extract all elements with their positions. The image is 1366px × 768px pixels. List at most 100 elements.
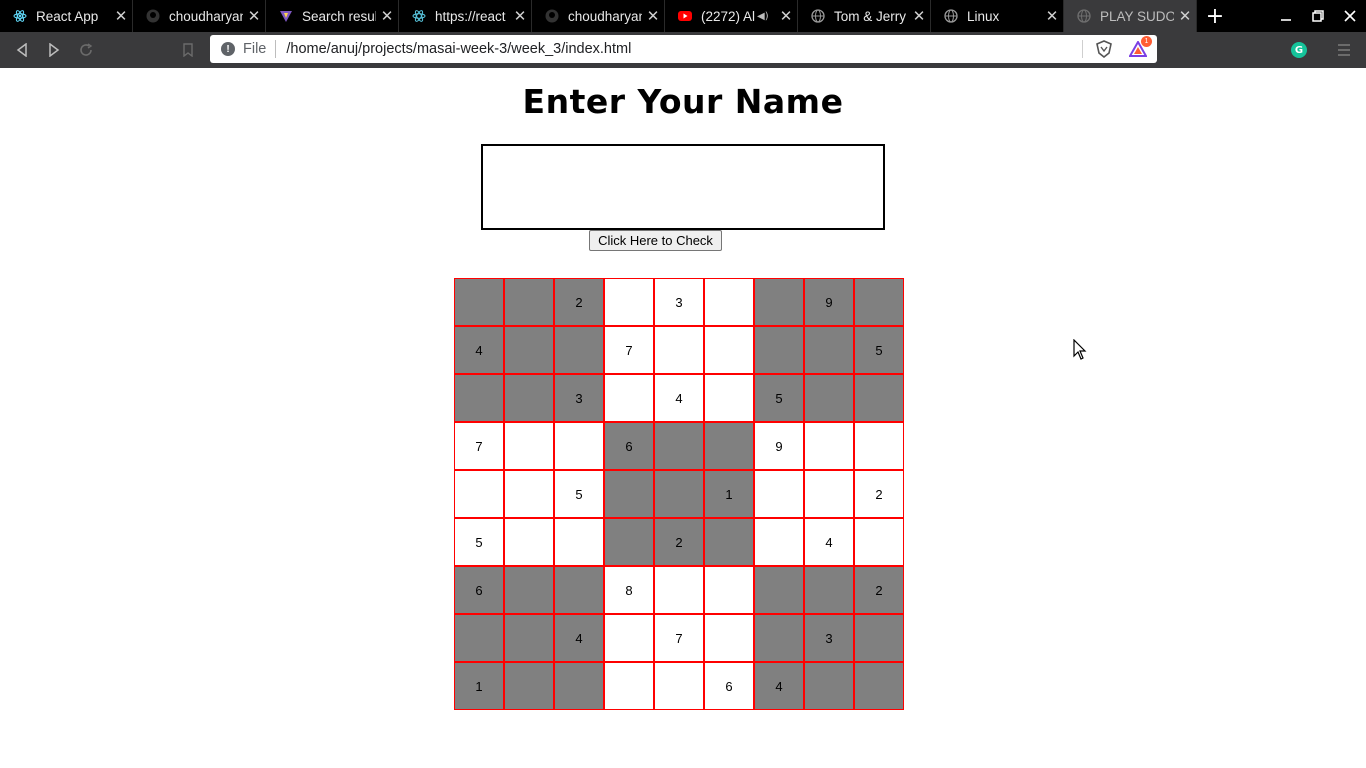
sudoku-cell-r7-c6[interactable] — [704, 566, 754, 614]
sudoku-cell-r3-c2[interactable] — [504, 374, 554, 422]
sudoku-cell-r2-c1[interactable]: 4 — [454, 326, 504, 374]
tab-search-results[interactable]: Search result ✕ — [266, 0, 399, 32]
sudoku-cell-r9-c3[interactable] — [554, 662, 604, 710]
sudoku-cell-r3-c5[interactable]: 4 — [654, 374, 704, 422]
sudoku-cell-r6-c8[interactable]: 4 — [804, 518, 854, 566]
sudoku-cell-r4-c4[interactable]: 6 — [604, 422, 654, 470]
sudoku-cell-r9-c1[interactable]: 1 — [454, 662, 504, 710]
sudoku-cell-r9-c9[interactable] — [854, 662, 904, 710]
close-window-icon[interactable] — [1334, 0, 1366, 32]
sudoku-cell-r2-c3[interactable] — [554, 326, 604, 374]
sudoku-cell-r3-c3[interactable]: 3 — [554, 374, 604, 422]
sudoku-cell-r5-c5[interactable] — [654, 470, 704, 518]
menu-icon[interactable] — [1334, 40, 1354, 60]
sudoku-cell-r5-c6[interactable]: 1 — [704, 470, 754, 518]
sudoku-cell-r3-c4[interactable] — [604, 374, 654, 422]
close-icon[interactable]: ✕ — [642, 7, 664, 25]
tab-github-2[interactable]: choudharyan ✕ — [532, 0, 665, 32]
tab-github-1[interactable]: choudharyan ✕ — [133, 0, 266, 32]
sudoku-cell-r6-c4[interactable] — [604, 518, 654, 566]
tab-react-docs[interactable]: https://react ✕ — [399, 0, 532, 32]
sudoku-cell-r4-c6[interactable] — [704, 422, 754, 470]
sudoku-cell-r2-c8[interactable] — [804, 326, 854, 374]
sudoku-cell-r1-c6[interactable] — [704, 278, 754, 326]
sudoku-cell-r8-c8[interactable]: 3 — [804, 614, 854, 662]
sudoku-cell-r2-c9[interactable]: 5 — [854, 326, 904, 374]
sudoku-cell-r3-c6[interactable] — [704, 374, 754, 422]
sudoku-cell-r5-c9[interactable]: 2 — [854, 470, 904, 518]
sudoku-cell-r4-c5[interactable] — [654, 422, 704, 470]
address-url[interactable]: /home/anuj/projects/masai-week-3/week_3/… — [286, 41, 1082, 57]
tab-react-app[interactable]: React App ✕ — [0, 0, 133, 32]
sudoku-cell-r7-c5[interactable] — [654, 566, 704, 614]
sudoku-cell-r6-c1[interactable]: 5 — [454, 518, 504, 566]
sudoku-cell-r8-c9[interactable] — [854, 614, 904, 662]
sudoku-cell-r3-c1[interactable] — [454, 374, 504, 422]
sudoku-cell-r4-c1[interactable]: 7 — [454, 422, 504, 470]
sudoku-cell-r3-c8[interactable] — [804, 374, 854, 422]
check-button[interactable]: Click Here to Check — [589, 230, 722, 251]
tab-linux[interactable]: Linux ✕ — [931, 0, 1064, 32]
sudoku-cell-r8-c1[interactable] — [454, 614, 504, 662]
tab-youtube[interactable]: (2272) Al ◀) ✕ — [665, 0, 798, 32]
tab-tom-and-jerry[interactable]: Tom & Jerry ✕ — [798, 0, 931, 32]
sudoku-cell-r5-c4[interactable] — [604, 470, 654, 518]
sudoku-cell-r2-c6[interactable] — [704, 326, 754, 374]
sudoku-cell-r9-c8[interactable] — [804, 662, 854, 710]
sudoku-cell-r1-c1[interactable] — [454, 278, 504, 326]
sudoku-cell-r8-c7[interactable] — [754, 614, 804, 662]
sudoku-cell-r2-c2[interactable] — [504, 326, 554, 374]
sudoku-cell-r8-c2[interactable] — [504, 614, 554, 662]
close-icon[interactable]: ✕ — [908, 7, 930, 25]
close-icon[interactable]: ✕ — [1174, 7, 1196, 25]
sudoku-cell-r9-c2[interactable] — [504, 662, 554, 710]
bookmark-icon[interactable] — [172, 34, 204, 66]
minimize-icon[interactable] — [1270, 0, 1302, 32]
speaker-icon[interactable]: ◀) — [757, 11, 771, 22]
sudoku-cell-r1-c8[interactable]: 9 — [804, 278, 854, 326]
sudoku-cell-r1-c9[interactable] — [854, 278, 904, 326]
sudoku-cell-r2-c4[interactable]: 7 — [604, 326, 654, 374]
forward-icon[interactable] — [38, 34, 70, 66]
info-icon[interactable]: ! — [221, 42, 235, 56]
sudoku-cell-r6-c6[interactable] — [704, 518, 754, 566]
sudoku-cell-r6-c9[interactable] — [854, 518, 904, 566]
sudoku-cell-r6-c3[interactable] — [554, 518, 604, 566]
sudoku-cell-r7-c8[interactable] — [804, 566, 854, 614]
sudoku-cell-r5-c3[interactable]: 5 — [554, 470, 604, 518]
sudoku-cell-r4-c3[interactable] — [554, 422, 604, 470]
sudoku-cell-r4-c8[interactable] — [804, 422, 854, 470]
sudoku-cell-r1-c5[interactable]: 3 — [654, 278, 704, 326]
new-tab-button[interactable]: + — [1197, 0, 1233, 32]
sudoku-cell-r5-c1[interactable] — [454, 470, 504, 518]
sudoku-cell-r6-c5[interactable]: 2 — [654, 518, 704, 566]
sudoku-cell-r7-c7[interactable] — [754, 566, 804, 614]
sudoku-cell-r4-c7[interactable]: 9 — [754, 422, 804, 470]
sudoku-cell-r7-c9[interactable]: 2 — [854, 566, 904, 614]
sudoku-cell-r1-c7[interactable] — [754, 278, 804, 326]
sudoku-cell-r7-c1[interactable]: 6 — [454, 566, 504, 614]
close-icon[interactable]: ✕ — [110, 7, 132, 25]
restore-icon[interactable] — [1302, 0, 1334, 32]
close-icon[interactable]: ✕ — [509, 7, 531, 25]
sudoku-cell-r8-c6[interactable] — [704, 614, 754, 662]
sudoku-cell-r3-c9[interactable] — [854, 374, 904, 422]
grammarly-icon[interactable]: G — [1291, 42, 1307, 58]
back-icon[interactable] — [6, 34, 38, 66]
sudoku-cell-r1-c2[interactable] — [504, 278, 554, 326]
close-icon[interactable]: ✕ — [376, 7, 398, 25]
sudoku-cell-r7-c3[interactable] — [554, 566, 604, 614]
sudoku-cell-r5-c8[interactable] — [804, 470, 854, 518]
close-icon[interactable]: ✕ — [243, 7, 265, 25]
brave-shield-icon[interactable] — [1093, 38, 1115, 60]
sudoku-cell-r9-c5[interactable] — [654, 662, 704, 710]
sudoku-cell-r1-c3[interactable]: 2 — [554, 278, 604, 326]
sudoku-cell-r4-c2[interactable] — [504, 422, 554, 470]
close-icon[interactable]: ✕ — [775, 7, 797, 25]
sudoku-cell-r2-c5[interactable] — [654, 326, 704, 374]
sudoku-cell-r1-c4[interactable] — [604, 278, 654, 326]
rewards-icon[interactable]: 1 — [1127, 36, 1152, 60]
sudoku-cell-r7-c4[interactable]: 8 — [604, 566, 654, 614]
address-bar[interactable]: ! File /home/anuj/projects/masai-week-3/… — [210, 35, 1157, 63]
sudoku-cell-r2-c7[interactable] — [754, 326, 804, 374]
